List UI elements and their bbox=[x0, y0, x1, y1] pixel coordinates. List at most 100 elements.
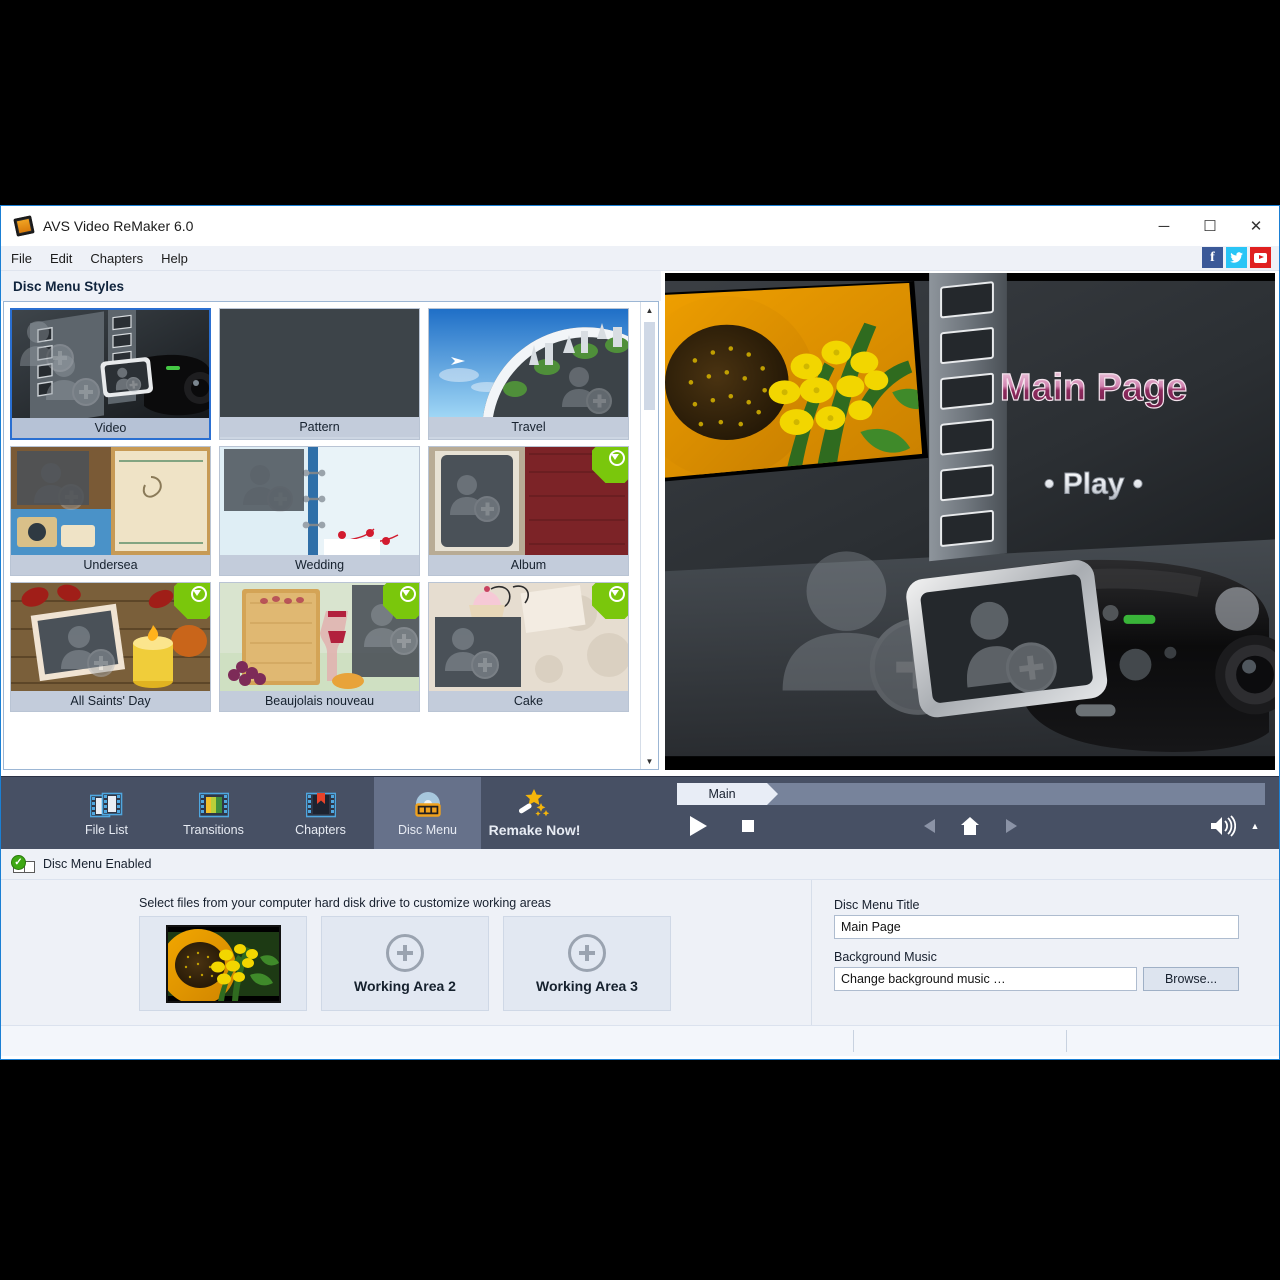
magic-wand-icon bbox=[517, 788, 553, 818]
working-area-1[interactable] bbox=[139, 916, 307, 1011]
style-card-travel[interactable]: Travel bbox=[428, 308, 629, 440]
working-areas-hint: Select files from your computer hard dis… bbox=[139, 896, 551, 910]
menu-help[interactable]: Help bbox=[153, 249, 196, 268]
style-card-label: Video bbox=[12, 418, 209, 438]
browse-button[interactable]: Browse... bbox=[1143, 967, 1239, 991]
breadcrumb: Main bbox=[677, 783, 1265, 805]
tab-transitions[interactable]: Transitions bbox=[160, 777, 267, 849]
style-card-label: Beaujolais nouveau bbox=[220, 691, 419, 711]
status-bar bbox=[1, 1025, 1279, 1056]
transitions-icon bbox=[198, 789, 229, 819]
preview-play-text: • Play • bbox=[1044, 468, 1143, 501]
title-bar: AVS Video ReMaker 6.0 ─ ☐ ✕ bbox=[1, 206, 1279, 246]
menu-chapters[interactable]: Chapters bbox=[82, 249, 151, 268]
preview-pane: Main Page • Play • bbox=[661, 271, 1279, 776]
disc-menu-settings: Select files from your computer hard dis… bbox=[1, 880, 1279, 1025]
next-button[interactable] bbox=[997, 811, 1025, 841]
main-toolbar: File List Transitions Chapters Disc Menu… bbox=[1, 776, 1279, 849]
style-card-pattern[interactable]: Pattern bbox=[219, 308, 420, 440]
twitter-icon[interactable] bbox=[1226, 247, 1247, 268]
style-thumbnail bbox=[429, 583, 628, 691]
working-areas: Working Area 2 Working Area 3 bbox=[139, 916, 671, 1011]
previous-button[interactable] bbox=[915, 811, 943, 841]
download-badge-icon[interactable] bbox=[592, 447, 628, 483]
disc-menu-enabled-label: Disc Menu Enabled bbox=[43, 857, 152, 871]
bookmark-icon bbox=[305, 789, 336, 819]
preview-title-text: Main Page bbox=[1000, 367, 1187, 409]
disc-menu-title-input[interactable]: Main Page bbox=[834, 915, 1239, 939]
tab-disc-menu[interactable]: Disc Menu bbox=[374, 777, 481, 849]
menu-bar: File Edit Chapters Help f bbox=[1, 246, 1279, 271]
style-card-video[interactable]: Video bbox=[10, 308, 211, 440]
mode-tabs: File List Transitions Chapters Disc Menu… bbox=[1, 777, 661, 849]
download-badge-icon[interactable] bbox=[383, 583, 419, 619]
style-card-cake[interactable]: Cake bbox=[428, 582, 629, 712]
volume-expand-icon[interactable]: ▲ bbox=[1245, 811, 1265, 841]
tab-file-list[interactable]: File List bbox=[53, 777, 160, 849]
style-card-all-saints-day[interactable]: All Saints' Day bbox=[10, 582, 211, 712]
play-button[interactable] bbox=[683, 811, 713, 841]
stop-button[interactable] bbox=[733, 811, 763, 841]
style-card-label: All Saints' Day bbox=[11, 691, 210, 711]
youtube-icon[interactable] bbox=[1250, 247, 1271, 268]
app-icon bbox=[13, 215, 35, 237]
maximize-button[interactable]: ☐ bbox=[1187, 207, 1233, 246]
status-cell-2 bbox=[1066, 1030, 1279, 1052]
close-button[interactable]: ✕ bbox=[1233, 207, 1279, 246]
minimize-button[interactable]: ─ bbox=[1141, 207, 1187, 246]
disc-menu-enabled-row[interactable]: ✓ Disc Menu Enabled bbox=[1, 849, 1279, 880]
style-card-label: Cake bbox=[429, 691, 628, 711]
background-music-label: Background Music bbox=[834, 950, 937, 964]
scrollbar-thumb[interactable] bbox=[644, 322, 655, 410]
disc-menu-checked-icon: ✓ bbox=[11, 854, 35, 873]
remake-now-button[interactable]: Remake Now! bbox=[481, 777, 588, 849]
style-card-label: Album bbox=[429, 555, 628, 575]
tab-chapters[interactable]: Chapters bbox=[267, 777, 374, 849]
upper-area: Disc Menu Styles Video Pattern Travel Un… bbox=[1, 271, 1279, 776]
style-card-label: Wedding bbox=[220, 555, 419, 575]
style-card-label: Undersea bbox=[11, 555, 210, 575]
add-plus-icon bbox=[386, 933, 424, 972]
preview-player-controls: Main ▲ bbox=[661, 777, 1279, 849]
film-strip-icon bbox=[89, 789, 124, 819]
menu-file[interactable]: File bbox=[3, 249, 40, 268]
working-area-1-thumbnail bbox=[165, 924, 281, 1003]
working-area-2[interactable]: Working Area 2 bbox=[321, 916, 489, 1011]
disc-menu-title-label: Disc Menu Title bbox=[834, 898, 920, 912]
style-card-undersea[interactable]: Undersea bbox=[10, 446, 211, 576]
working-area-2-label: Working Area 2 bbox=[354, 977, 456, 994]
window-title: AVS Video ReMaker 6.0 bbox=[43, 218, 194, 234]
working-areas-section: Select files from your computer hard dis… bbox=[1, 880, 812, 1025]
breadcrumb-main[interactable]: Main bbox=[677, 783, 778, 805]
styles-grid: Video Pattern Travel Undersea Wedding Al… bbox=[10, 308, 634, 712]
working-area-3-label: Working Area 3 bbox=[536, 977, 638, 994]
styles-scrollbar[interactable]: ▲ ▼ bbox=[640, 302, 658, 769]
tab-chapters-label: Chapters bbox=[295, 823, 346, 837]
styles-panel-title: Disc Menu Styles bbox=[1, 271, 661, 301]
style-card-label: Travel bbox=[429, 417, 628, 437]
style-card-album[interactable]: Album bbox=[428, 446, 629, 576]
disc-menu-fields: Disc Menu Title Main Page Background Mus… bbox=[812, 880, 1279, 1025]
scrollbar-track[interactable] bbox=[641, 318, 658, 753]
working-area-3[interactable]: Working Area 3 bbox=[503, 916, 671, 1011]
background-music-input[interactable]: Change background music … bbox=[834, 967, 1137, 991]
style-thumbnail bbox=[220, 309, 419, 417]
style-card-label: Pattern bbox=[220, 417, 419, 437]
download-badge-icon[interactable] bbox=[174, 583, 210, 619]
tab-transitions-label: Transitions bbox=[183, 823, 244, 837]
scroll-up-icon[interactable]: ▲ bbox=[641, 302, 658, 318]
disc-menu-preview[interactable]: Main Page • Play • bbox=[665, 273, 1275, 770]
disc-menu-styles-pane: Disc Menu Styles Video Pattern Travel Un… bbox=[1, 271, 661, 776]
app-window: AVS Video ReMaker 6.0 ─ ☐ ✕ File Edit Ch… bbox=[0, 205, 1280, 1060]
facebook-icon[interactable]: f bbox=[1202, 247, 1223, 268]
style-card-beaujolais-nouveau[interactable]: Beaujolais nouveau bbox=[219, 582, 420, 712]
style-thumbnail bbox=[429, 309, 628, 417]
volume-icon[interactable] bbox=[1207, 811, 1239, 841]
menu-edit[interactable]: Edit bbox=[42, 249, 80, 268]
scroll-down-icon[interactable]: ▼ bbox=[641, 753, 658, 769]
player-buttons: ▲ bbox=[661, 811, 1279, 845]
home-icon[interactable] bbox=[956, 811, 984, 841]
style-card-wedding[interactable]: Wedding bbox=[219, 446, 420, 576]
style-thumbnail bbox=[429, 447, 628, 555]
download-badge-icon[interactable] bbox=[592, 583, 628, 619]
